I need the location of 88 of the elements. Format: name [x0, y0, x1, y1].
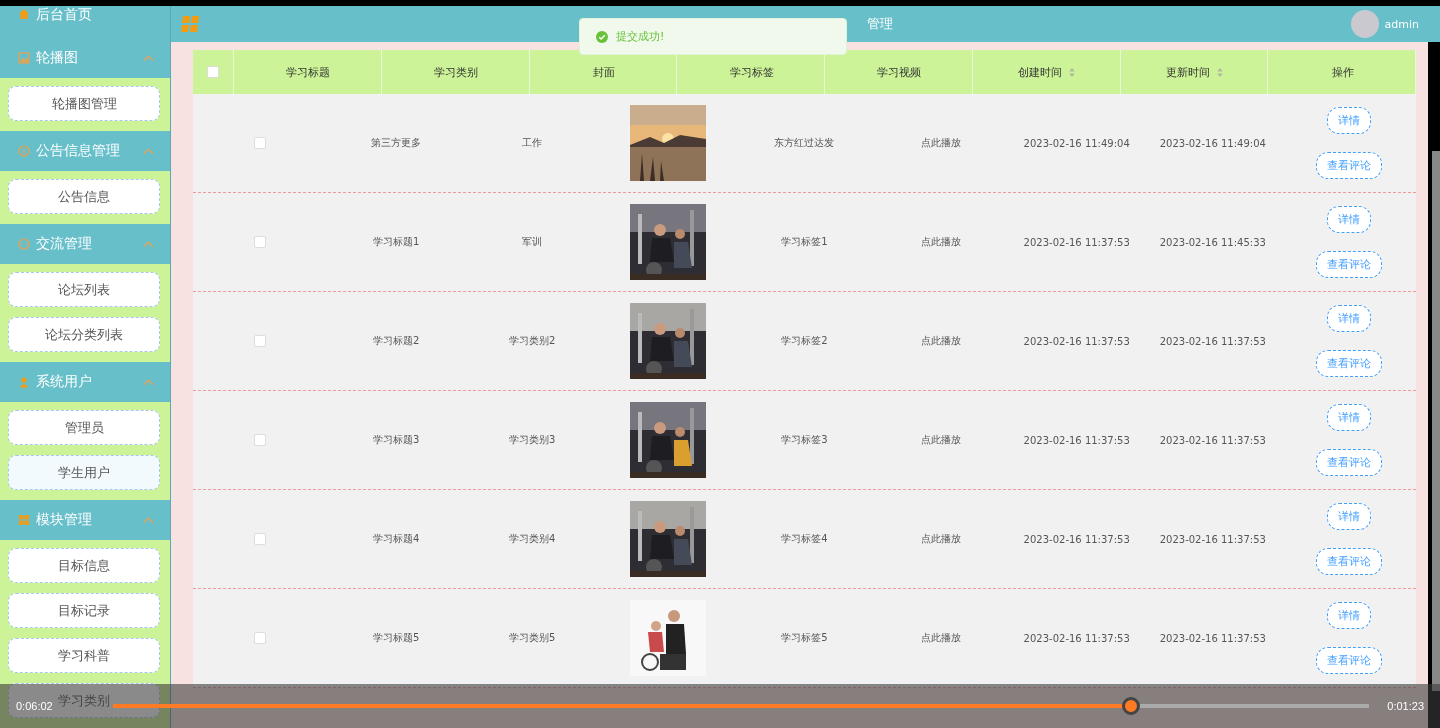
table-cell: 2023-02-16 11:37:53 — [1023, 434, 1130, 446]
play-link[interactable]: 点此播放 — [920, 334, 961, 348]
toast-message: 提交成功! — [616, 29, 665, 44]
table-cell: 工作 — [522, 136, 543, 150]
comments-button[interactable]: 查看评论 — [1315, 548, 1382, 575]
details-button[interactable]: 详情 — [1326, 206, 1371, 233]
grid-icon — [18, 514, 30, 526]
row-checkbox[interactable] — [254, 533, 267, 545]
image-icon — [18, 52, 30, 64]
table-cell: 学习标签1 — [781, 235, 828, 249]
home-icon — [18, 8, 30, 20]
table-cell: 学习标签3 — [781, 433, 828, 447]
sidebar-item[interactable]: 管理员 — [8, 410, 160, 445]
play-link[interactable]: 点此播放 — [920, 532, 961, 546]
table-cell: 东方红过达发 — [774, 136, 835, 150]
sidebar-group-header[interactable]: 公告信息管理 — [0, 131, 170, 171]
table-cell: 学习标签5 — [781, 631, 828, 645]
avatar-icon[interactable] — [1350, 10, 1379, 38]
sidebar-group-header[interactable]: 系统用户 — [0, 362, 170, 402]
play-link[interactable]: 点此播放 — [920, 235, 961, 249]
logo-icon — [181, 15, 201, 33]
user-icon — [18, 376, 30, 388]
sort-icon[interactable] — [1068, 66, 1077, 78]
username[interactable]: admin — [1384, 17, 1419, 31]
table-cell: 学习类别2 — [509, 334, 556, 348]
sidebar-item[interactable]: 目标信息 — [8, 548, 160, 583]
sidebar-item[interactable]: 学生用户 — [8, 455, 160, 490]
row-checkbox[interactable] — [254, 335, 267, 347]
sort-icon[interactable] — [1215, 66, 1224, 78]
row-checkbox[interactable] — [254, 632, 267, 644]
comments-button[interactable]: 查看评论 — [1315, 350, 1382, 377]
details-button[interactable]: 详情 — [1326, 503, 1371, 530]
chat-icon — [18, 238, 30, 250]
table-cell: 学习标签2 — [781, 334, 828, 348]
table-cell: 学习标题5 — [372, 631, 420, 645]
details-button[interactable]: 详情 — [1326, 404, 1371, 431]
sidebar-item[interactable]: 学习科普 — [8, 638, 160, 673]
table-cell: 学习标签4 — [781, 532, 828, 546]
table-cell: 2023-02-16 11:37:53 — [1159, 434, 1266, 446]
play-link[interactable]: 点此播放 — [920, 631, 961, 645]
sidebar-item[interactable]: 论坛分类列表 — [8, 317, 160, 352]
select-all-checkbox[interactable] — [207, 66, 219, 78]
table-cell: 2023-02-16 11:45:33 — [1159, 236, 1266, 248]
comments-button[interactable]: 查看评论 — [1315, 251, 1382, 278]
row-checkbox[interactable] — [254, 236, 267, 248]
table-cell: 2023-02-16 11:37:53 — [1159, 335, 1266, 347]
table-cell: 2023-02-16 11:37:53 — [1023, 632, 1130, 644]
comments-button[interactable]: 查看评论 — [1315, 647, 1382, 674]
table-cell: 学习类别4 — [509, 532, 556, 546]
row-checkbox[interactable] — [254, 137, 267, 149]
info-icon — [18, 145, 30, 157]
elapsed-time: 0:06:02 — [16, 700, 53, 712]
scrollbar[interactable] — [1432, 151, 1440, 691]
check-circle-icon — [596, 30, 608, 43]
table-cell: 2023-02-16 11:37:53 — [1159, 632, 1266, 644]
play-link[interactable]: 点此播放 — [920, 136, 961, 150]
details-button[interactable]: 详情 — [1326, 305, 1371, 332]
table-cell: 学习标题1 — [372, 235, 420, 249]
table-cell: 学习标题4 — [372, 532, 420, 546]
sidebar-item[interactable]: 目标记录 — [8, 593, 160, 628]
sidebar-group-header[interactable]: 模块管理 — [0, 500, 170, 540]
row-checkbox[interactable] — [254, 434, 267, 446]
table-cell: 2023-02-16 11:49:04 — [1023, 137, 1130, 149]
sidebar-item[interactable]: 轮播图管理 — [8, 86, 160, 121]
table-cell: 学习标题3 — [372, 433, 420, 447]
sidebar-item[interactable]: 论坛列表 — [8, 272, 160, 307]
seek-handle[interactable] — [1121, 697, 1140, 715]
page-title: 管理 — [867, 15, 894, 33]
table-cell: 2023-02-16 11:37:53 — [1023, 533, 1130, 545]
table-cell: 第三方更多 — [371, 136, 422, 150]
table-cell: 2023-02-16 11:49:04 — [1159, 137, 1266, 149]
table-cell: 学习类别5 — [509, 631, 556, 645]
comments-button[interactable]: 查看评论 — [1315, 152, 1382, 179]
table-cell: 2023-02-16 11:37:53 — [1023, 236, 1130, 248]
sidebar-group-header[interactable]: 轮播图 — [0, 38, 170, 78]
play-link[interactable]: 点此播放 — [920, 433, 961, 447]
sidebar-home-link[interactable]: 后台首页 — [36, 6, 92, 22]
table-cell: 学习标题2 — [372, 334, 420, 348]
table-cell: 学习类别3 — [509, 433, 556, 447]
details-button[interactable]: 详情 — [1326, 602, 1371, 629]
sidebar-item[interactable]: 公告信息 — [8, 179, 160, 214]
comments-button[interactable]: 查看评论 — [1315, 449, 1382, 476]
table-cell: 2023-02-16 11:37:53 — [1159, 533, 1266, 545]
sidebar-group-header[interactable]: 交流管理 — [0, 224, 170, 264]
table-cell: 2023-02-16 11:37:53 — [1023, 335, 1130, 347]
details-button[interactable]: 详情 — [1326, 107, 1371, 134]
remaining-time: 0:01:23 — [1387, 700, 1424, 712]
table-cell: 军训 — [522, 235, 543, 249]
